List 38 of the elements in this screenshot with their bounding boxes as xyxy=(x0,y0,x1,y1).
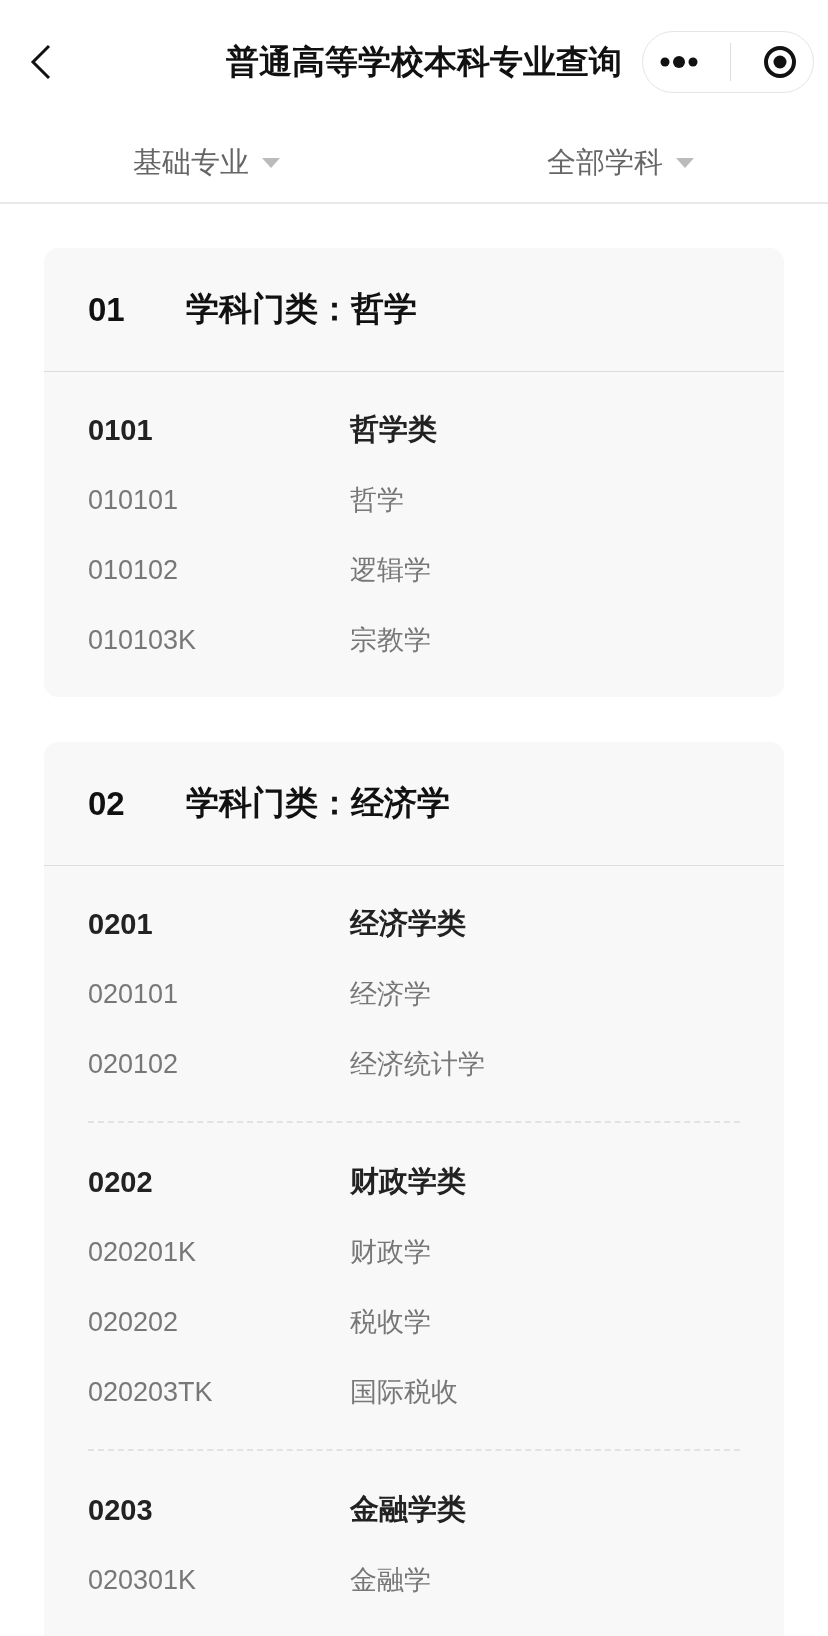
major-name[interactable]: 哲学 xyxy=(350,482,404,518)
group-name: 金融学类 xyxy=(350,1492,466,1527)
filter-dropdown[interactable]: 基础专业 xyxy=(0,124,414,202)
major-code: 020101 xyxy=(88,978,180,1010)
category-code: 02 xyxy=(88,784,126,823)
group-code: 0203 xyxy=(88,1493,154,1527)
major-name[interactable]: 税收学 xyxy=(350,1304,431,1340)
group-code: 0101 xyxy=(88,413,154,447)
caret-icon xyxy=(261,157,281,169)
major-name[interactable]: 经济学 xyxy=(350,976,431,1012)
major-name[interactable]: 经济统计学 xyxy=(350,1046,485,1082)
group-name: 财政学类 xyxy=(350,1164,466,1199)
major-code: 020202 xyxy=(88,1306,180,1338)
major-code: 010102 xyxy=(88,554,180,586)
major-name[interactable]: 逻辑学 xyxy=(350,552,431,588)
category-code: 01 xyxy=(88,290,126,329)
filter-dropdown[interactable]: 全部学科 xyxy=(414,124,828,202)
category-title: 学科门类：经济学 xyxy=(186,783,450,823)
major-code: 020301K xyxy=(88,1564,198,1596)
category-title: 学科门类：哲学 xyxy=(186,289,417,329)
major-code: 010103K xyxy=(88,624,198,656)
major-code: 020201K xyxy=(88,1236,198,1268)
group-name: 哲学类 xyxy=(350,412,437,447)
group-code: 0201 xyxy=(88,907,154,941)
more-icon[interactable] xyxy=(658,55,699,69)
back-icon[interactable] xyxy=(30,44,52,80)
major-name[interactable]: 宗教学 xyxy=(350,622,431,658)
major-code: 020203TK xyxy=(88,1376,214,1408)
major-name[interactable]: 国际税收 xyxy=(350,1374,458,1410)
group-name: 经济学类 xyxy=(350,906,466,941)
major-code: 020102 xyxy=(88,1048,180,1080)
caret-icon xyxy=(675,157,695,169)
major-name[interactable]: 财政学 xyxy=(350,1234,431,1270)
major-code: 010101 xyxy=(88,484,180,516)
group-code: 0202 xyxy=(88,1165,154,1199)
page-title: 普通高等学校本科专业查询 xyxy=(225,41,623,82)
major-name[interactable]: 金融学 xyxy=(350,1562,431,1598)
close-icon[interactable] xyxy=(763,45,798,79)
